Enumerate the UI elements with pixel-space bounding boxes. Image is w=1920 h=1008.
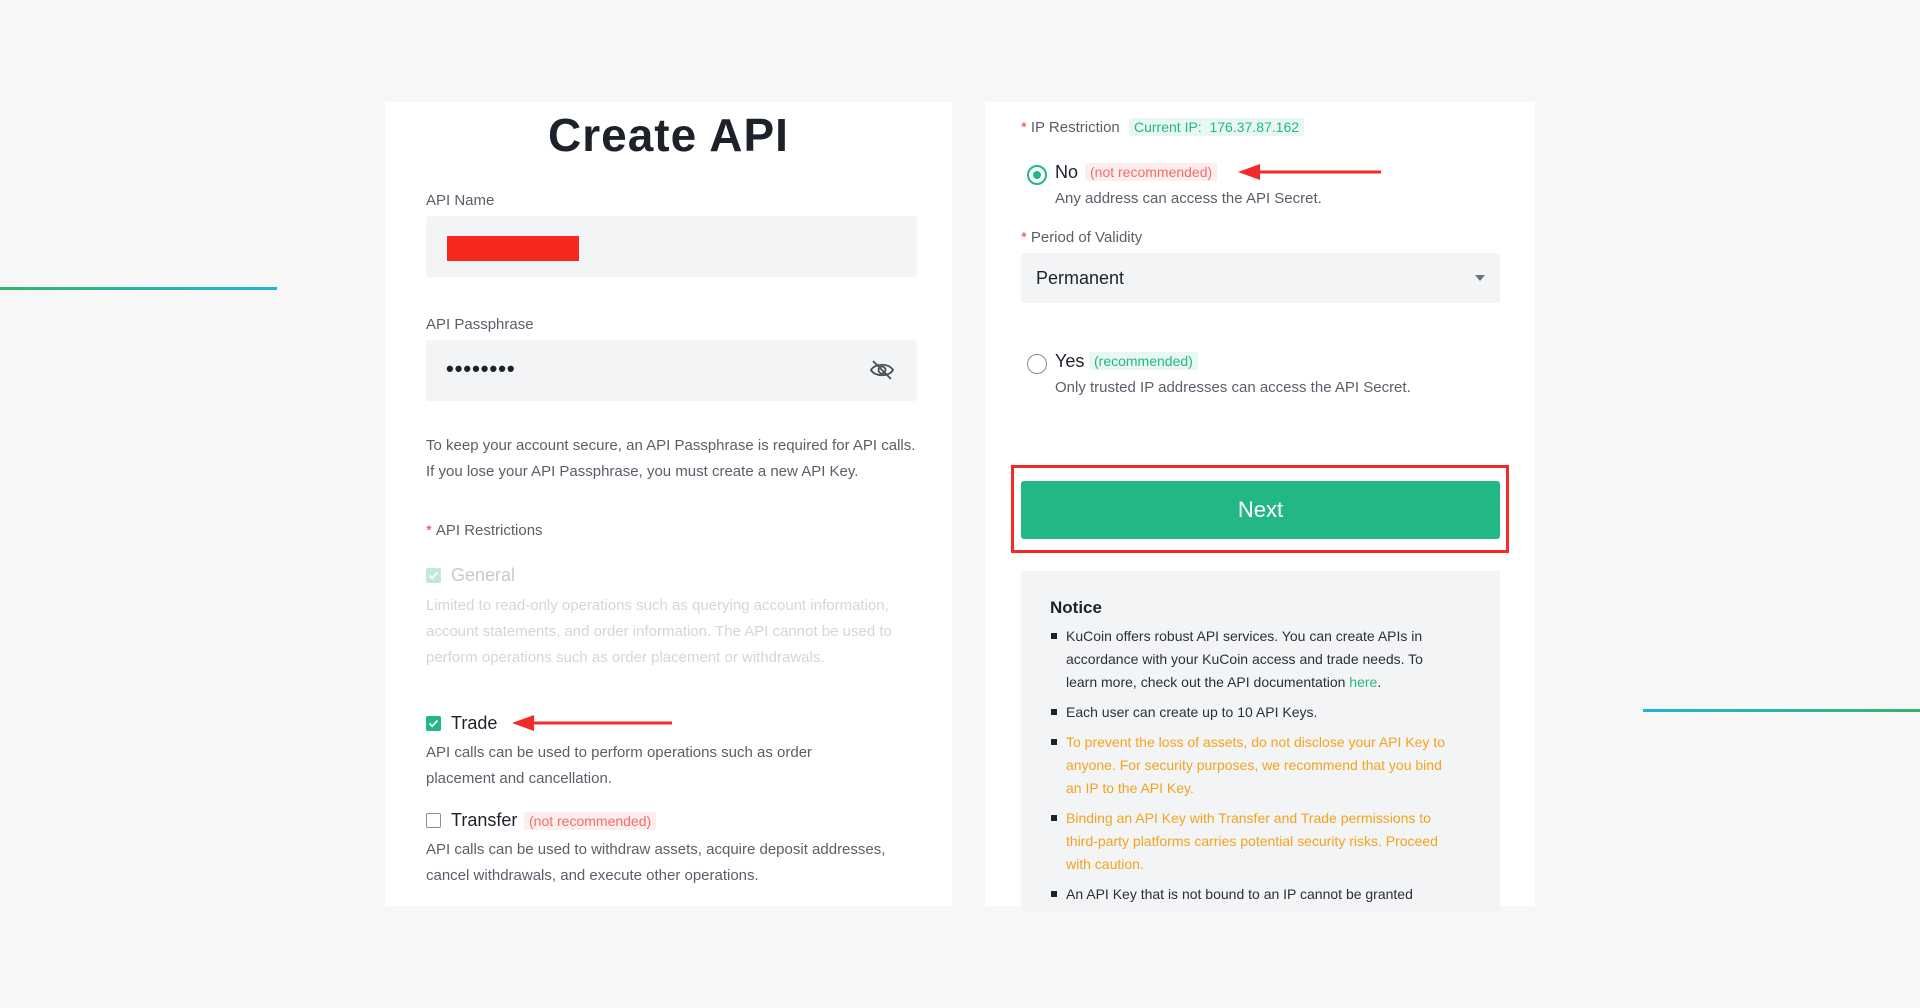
transfer-option-title: Transfer [451,810,518,830]
annotation-arrow-trade [512,715,672,731]
notice-item-warning: Binding an API Key with Transfer and Tra… [1051,807,1451,876]
passphrase-value: •••••••• [446,356,516,381]
trade-option-description: API calls can be used to perform operati… [426,744,813,787]
notice-item-suffix: . [1377,674,1382,690]
api-passphrase-label: API Passphrase [426,316,534,333]
general-checkbox[interactable] [426,568,441,583]
required-mark: * [1021,229,1027,246]
caret-down-icon [1475,275,1485,281]
notice-item-warning: To prevent the loss of assets, do not di… [1051,731,1451,800]
api-docs-link[interactable]: here [1349,674,1377,690]
ip-restriction-no-radio[interactable] [1027,165,1047,185]
validity-text: Period of Validity [1030,229,1143,246]
api-name-input[interactable] [426,216,917,277]
ip-restriction-yes-radio[interactable] [1027,354,1047,374]
notice-item: Each user can create up to 10 API Keys. [1051,701,1451,724]
transfer-not-recommended-tag: (not recommended) [524,812,657,830]
current-ip-value: 176.37.87.162 [1209,119,1300,135]
trade-option-title: Trade [451,713,498,733]
eye-off-icon[interactable] [869,359,895,386]
ip-restriction-no-title: No [1055,162,1079,182]
notice-item: An API Key that is not bound to an IP ca… [1051,883,1451,906]
required-mark: * [426,522,432,539]
decorative-line-left [0,287,277,290]
notice-item-text: Each user can create up to 10 API Keys. [1066,704,1318,720]
validity-select[interactable]: Permanent [1021,253,1500,303]
validity-selected-value: Permanent [1036,268,1125,288]
page-title: Create API [548,109,789,161]
notice-item-text: To prevent the loss of assets, do not di… [1066,734,1445,796]
annotation-arrow-no [1238,164,1381,180]
api-restrictions-text: API Restrictions [435,522,543,539]
create-api-form-panel: Create API API Name API Passphrase •••••… [385,102,952,906]
transfer-checkbox[interactable] [426,813,441,828]
decorative-line-right [1643,709,1920,712]
ip-restriction-no-description: Any address can access the API Secret. [1055,190,1322,207]
notice-list: KuCoin offers robust API services. You c… [1051,625,1451,913]
ip-restriction-label: * IP Restriction [1021,119,1120,136]
validity-label: * Period of Validity [1021,229,1142,246]
transfer-option-description: API calls can be used to withdraw assets… [426,841,886,884]
ip-restriction-yes-description: Only trusted IP addresses can access the… [1055,379,1411,396]
notice-title: Notice [1050,598,1102,617]
ip-restriction-yes-title: Yes [1055,351,1085,371]
notice-box: Notice KuCoin offers robust API services… [1021,571,1500,911]
general-option-title: General [451,565,516,585]
api-passphrase-input[interactable]: •••••••• [426,340,917,401]
ip-restriction-text: IP Restriction [1030,119,1120,136]
api-name-label: API Name [426,192,495,209]
trade-checkbox[interactable] [426,716,441,731]
general-option-description: Limited to read-only operations such as … [426,597,892,666]
notice-item-text: An API Key that is not bound to an IP ca… [1066,886,1413,902]
notice-item: KuCoin offers robust API services. You c… [1051,625,1451,694]
passphrase-help-text: To keep your account secure, an API Pass… [426,437,916,480]
notice-item-text: Binding an API Key with Transfer and Tra… [1066,810,1438,872]
yes-recommended-tag: (recommended) [1089,352,1198,370]
current-ip-label: Current IP: [1134,119,1202,135]
no-not-recommended-tag: (not recommended) [1085,163,1218,181]
current-ip-badge: Current IP: 176.37.87.162 [1129,118,1305,136]
annotation-highlight-box [1011,465,1509,553]
redacted-value [447,236,579,261]
api-restrictions-label: * API Restrictions [426,522,543,539]
required-mark: * [1021,119,1027,136]
